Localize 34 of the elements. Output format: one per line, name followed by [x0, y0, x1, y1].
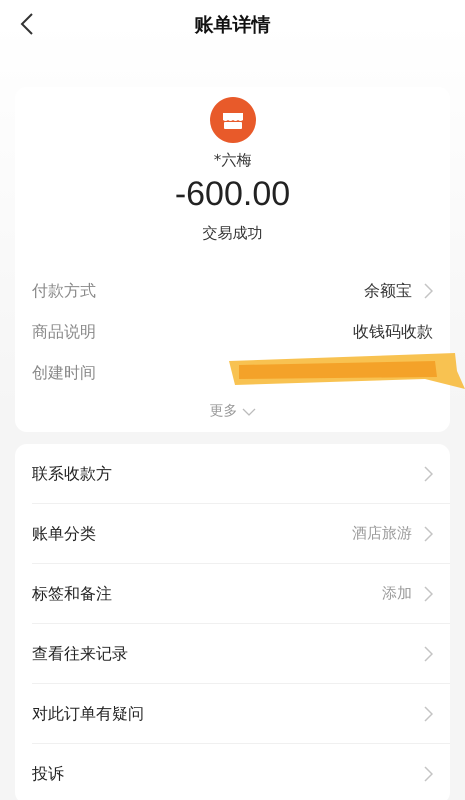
chevron-right-icon	[424, 526, 433, 542]
action-row[interactable]: 投诉	[32, 744, 450, 800]
detail-label: 付款方式	[32, 280, 96, 302]
chevron-right-icon	[424, 466, 433, 482]
chevron-right-icon	[424, 586, 433, 602]
payee-name: *六梅	[214, 150, 252, 171]
action-row[interactable]: 标签和备注 添加	[32, 564, 450, 624]
back-button[interactable]	[20, 12, 34, 36]
action-row[interactable]: 账单分类 酒店旅游	[32, 504, 450, 564]
page-title: 账单详情	[194, 12, 270, 38]
action-row[interactable]: 联系收款方	[32, 444, 450, 504]
action-value: 酒店旅游	[352, 523, 412, 544]
chevron-right-icon	[424, 282, 433, 298]
detail-label: 创建时间	[32, 362, 96, 384]
action-label: 查看往来记录	[32, 642, 128, 664]
chevron-right-icon	[424, 706, 433, 722]
chevron-down-icon	[242, 408, 256, 416]
action-label: 投诉	[32, 763, 64, 785]
amount: -600.00	[174, 174, 290, 214]
action-label: 标签和备注	[32, 582, 112, 604]
chevron-right-icon	[424, 646, 433, 662]
back-icon	[20, 12, 34, 36]
action-label: 对此订单有疑问	[32, 702, 144, 724]
action-row[interactable]: 对此订单有疑问	[32, 684, 450, 744]
action-label: 联系收款方	[32, 462, 112, 484]
action-value: 添加	[382, 583, 412, 604]
status-text: 交易成功	[202, 222, 262, 244]
shop-icon	[210, 97, 256, 143]
chevron-right-icon	[424, 766, 433, 782]
detail-value: 收钱码收款	[353, 320, 433, 342]
action-label: 账单分类	[32, 522, 96, 544]
detail-label: 商品说明	[32, 320, 96, 342]
action-row[interactable]: 查看往来记录	[32, 624, 450, 684]
detail-value: 余额宝	[364, 280, 412, 302]
